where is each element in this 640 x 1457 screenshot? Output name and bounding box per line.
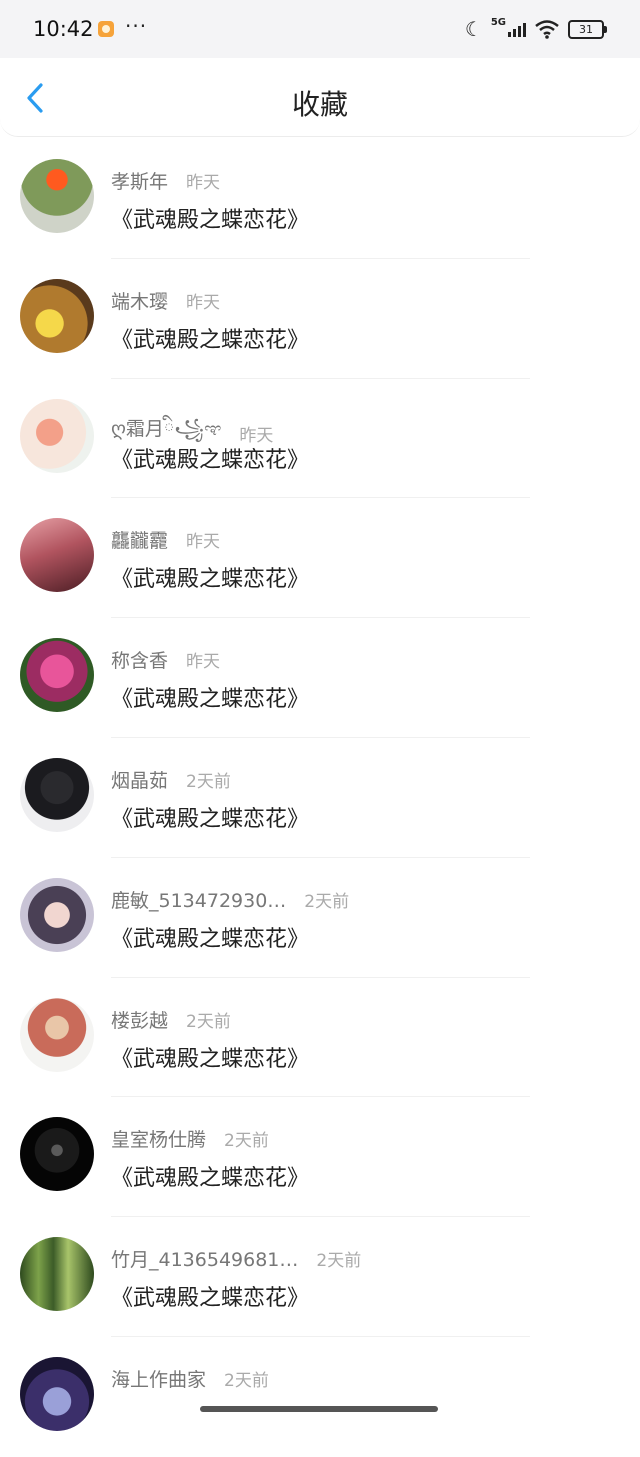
list-item[interactable]: 鹿敏_513472930… 2天前 《武魂殿之蝶恋花》 — [0, 858, 640, 978]
more-notifications-icon: ··· — [125, 14, 148, 38]
avatar[interactable] — [20, 159, 94, 233]
avatar[interactable] — [20, 1237, 94, 1312]
favorites-list: 孝斯年 昨天 《武魂殿之蝶恋花》 端木璎 昨天 《武魂殿之蝶恋花》 ღ霜月ི꧁ಞ… — [0, 139, 640, 1457]
book-title[interactable]: 《武魂殿之蝶恋花》 — [111, 801, 309, 833]
book-title[interactable]: 《武魂殿之蝶恋花》 — [111, 1280, 309, 1312]
avatar[interactable] — [20, 877, 94, 952]
item-time: 昨天 — [186, 532, 221, 553]
item-time: 2天前 — [316, 1251, 362, 1272]
book-title[interactable]: 《武魂殿之蝶恋花》 — [111, 921, 309, 953]
list-item[interactable]: 称含香 昨天 《武魂殿之蝶恋花》 — [0, 618, 640, 738]
user-name[interactable]: 烟晶茹 — [111, 766, 168, 793]
avatar[interactable] — [20, 638, 94, 713]
book-title[interactable]: 《武魂殿之蝶恋花》 — [111, 681, 309, 713]
avatar[interactable] — [20, 757, 94, 832]
list-item[interactable]: 孝斯年 昨天 《武魂殿之蝶恋花》 — [0, 139, 640, 259]
do-not-disturb-icon: ☾ — [464, 17, 483, 41]
user-name[interactable]: 鹿敏_513472930… — [111, 886, 286, 913]
network-type-label: 5G — [490, 16, 506, 28]
avatar[interactable] — [20, 997, 94, 1072]
book-title[interactable]: 《武魂殿之蝶恋花》 — [111, 1160, 309, 1192]
item-time: 昨天 — [186, 173, 221, 193]
list-item[interactable]: ღ霜月ི꧁ಞ 昨天 《武魂殿之蝶恋花》 — [0, 379, 640, 499]
status-time: 10:42 — [33, 17, 94, 41]
home-indicator[interactable] — [200, 1406, 438, 1412]
item-time: 2天前 — [186, 1011, 231, 1032]
list-item[interactable]: 竹月_4136549681… 2天前 《武魂殿之蝶恋花》 — [0, 1217, 640, 1337]
nav-bar: 收藏 — [0, 58, 640, 137]
user-name[interactable]: 龘龖龗 — [111, 526, 168, 553]
user-name[interactable]: 孝斯年 — [111, 167, 168, 194]
wifi-icon — [535, 20, 559, 39]
signal-icon — [508, 21, 526, 37]
user-name[interactable]: 楼彭越 — [111, 1006, 168, 1033]
book-title[interactable]: 《武魂殿之蝶恋花》 — [111, 561, 309, 593]
avatar[interactable] — [20, 278, 94, 353]
user-name[interactable]: 海上作曲家 — [111, 1365, 206, 1392]
avatar[interactable] — [20, 518, 94, 593]
list-item[interactable]: 烟晶茹 2天前 《武魂殿之蝶恋花》 — [0, 738, 640, 858]
book-title[interactable]: 《武魂殿之蝶恋花》 — [111, 1041, 309, 1073]
item-time: 昨天 — [186, 652, 221, 673]
book-title[interactable]: 《武魂殿之蝶恋花》 — [111, 202, 309, 234]
user-name[interactable]: 竹月_4136549681… — [111, 1245, 298, 1272]
notification-app-icon — [98, 21, 114, 37]
item-time: 2天前 — [186, 771, 231, 792]
avatar[interactable] — [20, 1117, 94, 1192]
item-time: 2天前 — [304, 891, 350, 912]
user-name[interactable]: 称含香 — [111, 646, 168, 673]
book-title[interactable]: 《武魂殿之蝶恋花》 — [111, 322, 309, 354]
avatar[interactable] — [20, 398, 94, 473]
item-time: 2天前 — [224, 1370, 269, 1391]
item-time: 昨天 — [186, 292, 221, 313]
battery-icon: 31 — [568, 19, 607, 39]
user-name[interactable]: 端木璎 — [111, 287, 168, 314]
list-item[interactable]: 龘龖龗 昨天 《武魂殿之蝶恋花》 — [0, 498, 640, 619]
list-item[interactable]: 楼彭越 2天前 《武魂殿之蝶恋花》 — [0, 978, 640, 1098]
status-bar: 10:42 ··· ☾ 5G 31 — [0, 0, 640, 58]
book-title[interactable]: 《武魂殿之蝶恋花》 — [111, 442, 309, 474]
list-item[interactable]: 皇室杨仕腾 2天前 《武魂殿之蝶恋花》 — [0, 1097, 640, 1218]
avatar[interactable] — [20, 1356, 94, 1431]
list-item[interactable]: 海上作曲家 2天前 — [0, 1337, 640, 1457]
item-time: 2天前 — [224, 1131, 269, 1152]
page-title: 收藏 — [291, 88, 348, 121]
user-name[interactable]: 皇室杨仕腾 — [111, 1125, 206, 1152]
list-item[interactable]: 端木璎 昨天 《武魂殿之蝶恋花》 — [0, 259, 640, 379]
